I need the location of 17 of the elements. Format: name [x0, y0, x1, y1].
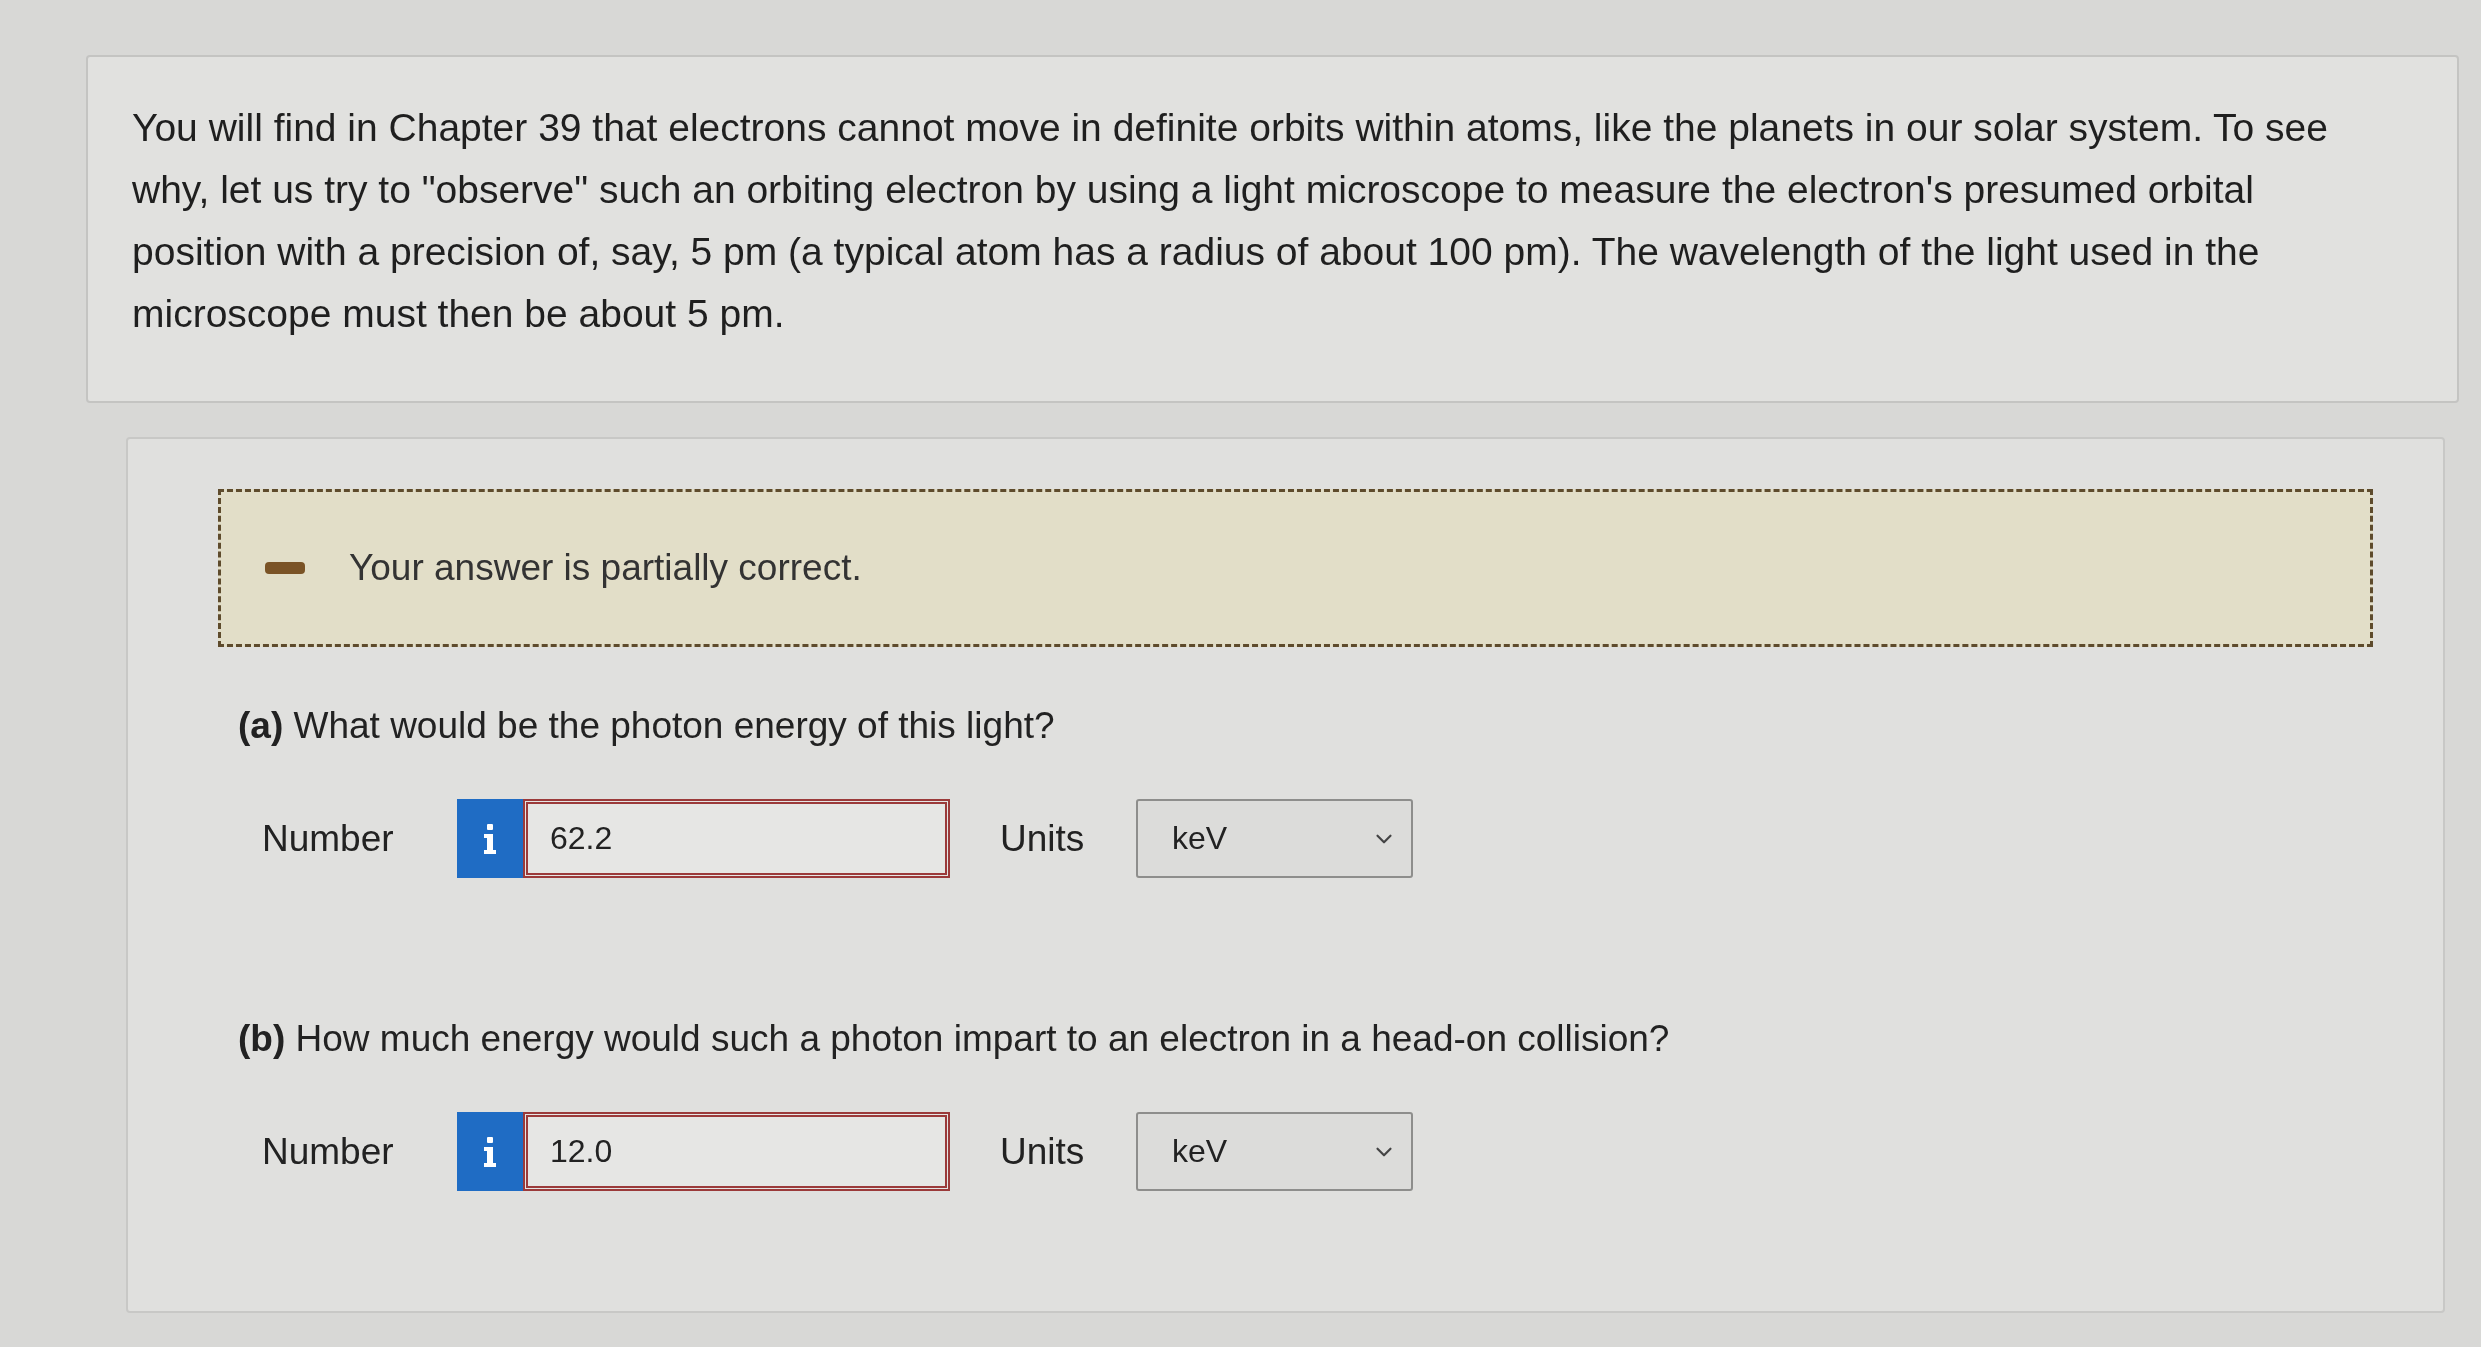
info-button[interactable]	[457, 799, 523, 878]
question-text: (a) What would be the photon energy of this light?	[238, 705, 1055, 747]
number-label: Number	[262, 1130, 395, 1173]
info-button[interactable]	[457, 1112, 523, 1191]
problem-text: You will find in Chapter 39 that electrons cannot move in definite orbits within atoms, like the planets in our solar system. To see why, let us try to "observe" such an orbiting electron by using a light microscope to measure the electron's presumed orbital position with a precision of, say, 5 pm (a typical atom has a radius of about 100 pm). The wavelength of the light used in the microscope must then be about 5 pm.	[132, 105, 2329, 337]
feedback-message: Your answer is partially correct.	[349, 547, 862, 589]
minus-icon	[265, 562, 305, 574]
number-input[interactable]: 62.2	[523, 799, 950, 878]
units-label: Units	[1000, 817, 1086, 860]
question-text: (b) How much energy would such a photon impart to an electron in a head-on collision?	[238, 1018, 1670, 1060]
units-dropdown[interactable]: keV	[1136, 799, 1413, 878]
info-icon	[483, 823, 497, 854]
units-label: Units	[1000, 1130, 1086, 1173]
info-icon	[483, 1136, 497, 1167]
number-input[interactable]: 12.0	[523, 1112, 950, 1191]
number-label: Number	[262, 817, 395, 860]
units-dropdown[interactable]: keV	[1136, 1112, 1413, 1191]
